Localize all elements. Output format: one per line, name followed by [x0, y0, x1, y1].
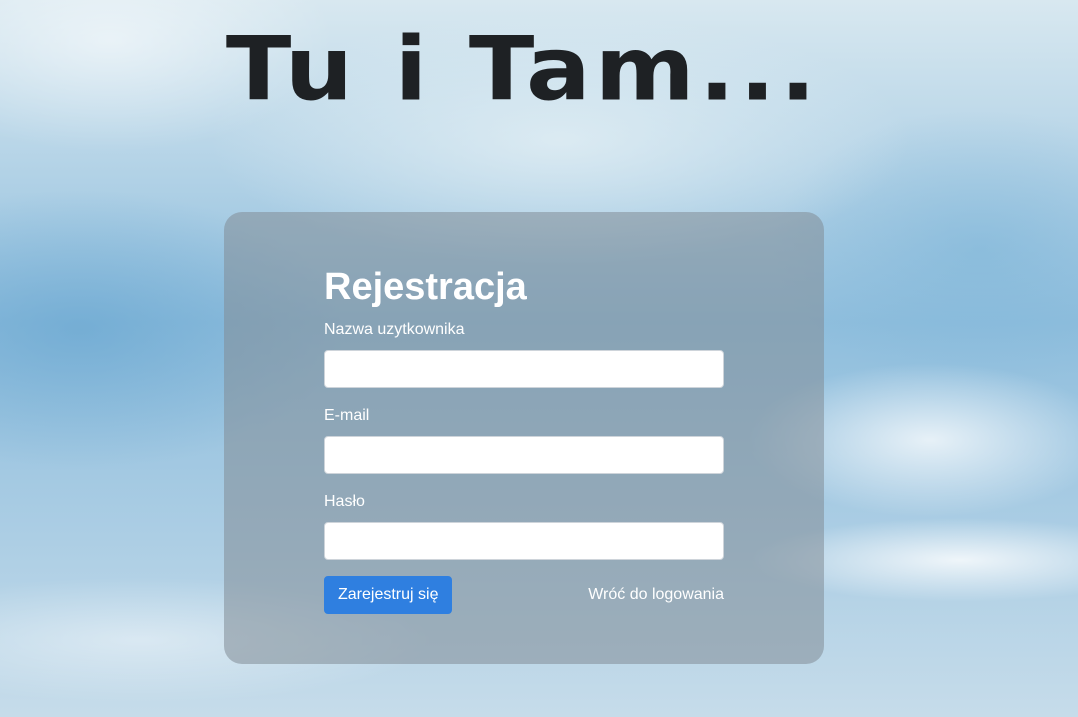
- register-button[interactable]: Zarejestruj się: [324, 576, 453, 614]
- password-input[interactable]: [324, 522, 724, 560]
- password-label: Hasło: [324, 493, 365, 510]
- registration-card: Rejestracja Nazwa uzytkownika E-mail Has…: [224, 212, 824, 664]
- registration-form: Rejestracja Nazwa uzytkownika E-mail Has…: [324, 264, 724, 614]
- back-to-login-link[interactable]: Wróć do logowania: [588, 585, 724, 605]
- form-title: Rejestracja: [324, 266, 527, 308]
- username-input[interactable]: [324, 350, 724, 388]
- username-label: Nazwa uzytkownika: [324, 321, 465, 338]
- email-label: E-mail: [324, 407, 370, 424]
- site-title: Tu i Tam...: [225, 17, 821, 121]
- email-input[interactable]: [324, 436, 724, 474]
